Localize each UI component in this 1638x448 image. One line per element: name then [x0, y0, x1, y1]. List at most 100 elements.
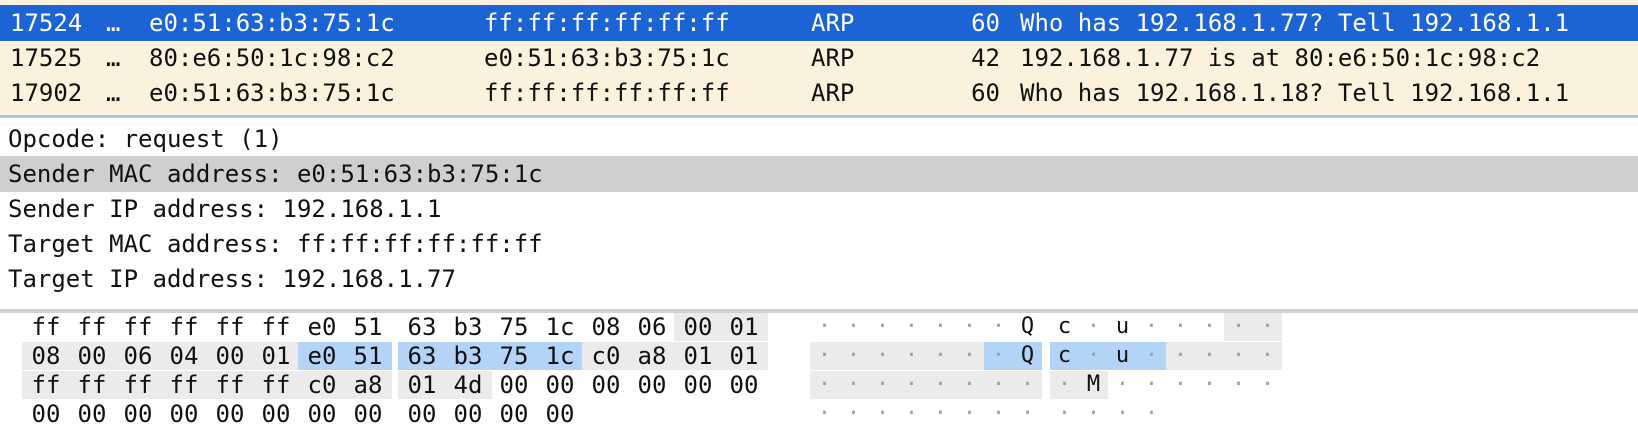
hex-byte[interactable]: 00: [674, 313, 722, 341]
ascii-char[interactable]: ·: [897, 342, 926, 370]
hex-byte[interactable]: ff: [206, 313, 254, 341]
hex-byte[interactable]: 00: [22, 400, 70, 428]
hex-byte[interactable]: ff: [160, 313, 208, 341]
ascii-char[interactable]: ·: [810, 342, 839, 370]
ascii-char[interactable]: ·: [1137, 342, 1166, 370]
hex-byte[interactable]: ff: [160, 371, 208, 399]
ascii-char[interactable]: ·: [1166, 342, 1195, 370]
ascii-char[interactable]: Q: [1013, 342, 1042, 370]
hex-byte[interactable]: 06: [628, 313, 676, 341]
ascii-char[interactable]: ·: [1108, 371, 1137, 399]
hex-byte[interactable]: 00: [206, 342, 254, 370]
hex-byte[interactable]: 00: [628, 371, 676, 399]
ascii-char[interactable]: ·: [897, 371, 926, 399]
hex-byte[interactable]: 04: [160, 342, 208, 370]
ascii-char[interactable]: ·: [955, 400, 984, 428]
ascii-char[interactable]: ·: [1079, 342, 1108, 370]
ascii-char[interactable]: ·: [926, 342, 955, 370]
ascii-char[interactable]: ·: [1224, 313, 1253, 341]
hex-byte[interactable]: c0: [582, 342, 630, 370]
hex-byte[interactable]: 00: [720, 371, 768, 399]
hex-byte[interactable]: 1c: [536, 342, 584, 370]
ascii-char[interactable]: ·: [839, 313, 868, 341]
hex-byte[interactable]: 51: [344, 313, 392, 341]
hex-byte[interactable]: b3: [444, 342, 492, 370]
ascii-char[interactable]: ·: [984, 371, 1013, 399]
ascii-char[interactable]: u: [1108, 313, 1137, 341]
ascii-char[interactable]: ·: [839, 371, 868, 399]
hex-byte[interactable]: 01: [674, 342, 722, 370]
ascii-char[interactable]: ·: [1253, 313, 1282, 341]
detail-target-ip[interactable]: Target IP address: 192.168.1.77: [0, 261, 1638, 297]
hex-byte[interactable]: 01: [252, 342, 300, 370]
ascii-char[interactable]: Q: [1013, 313, 1042, 341]
packet-row-selected[interactable]: 17524 … e0:51:63:b3:75:1c ff:ff:ff:ff:ff…: [0, 5, 1638, 41]
ascii-char[interactable]: M: [1079, 371, 1108, 399]
hex-byte[interactable]: 00: [444, 400, 492, 428]
ascii-char[interactable]: c: [1050, 342, 1079, 370]
hex-byte[interactable]: a8: [628, 342, 676, 370]
ascii-char[interactable]: ·: [868, 400, 897, 428]
ascii-char[interactable]: ·: [926, 400, 955, 428]
ascii-char[interactable]: ·: [1195, 342, 1224, 370]
ascii-char[interactable]: ·: [984, 342, 1013, 370]
hex-byte[interactable]: 00: [536, 371, 584, 399]
ascii-char[interactable]: ·: [1195, 313, 1224, 341]
ascii-char[interactable]: ·: [984, 400, 1013, 428]
hex-byte[interactable]: 63: [398, 342, 446, 370]
hex-byte[interactable]: 51: [344, 342, 392, 370]
hex-byte[interactable]: 00: [536, 400, 584, 428]
hex-byte[interactable]: ff: [114, 371, 162, 399]
ascii-char[interactable]: ·: [810, 400, 839, 428]
hex-byte[interactable]: 75: [490, 342, 538, 370]
hex-byte[interactable]: a8: [344, 371, 392, 399]
detail-sender-ip[interactable]: Sender IP address: 192.168.1.1: [0, 191, 1638, 227]
ascii-char[interactable]: ·: [926, 371, 955, 399]
ascii-char[interactable]: ·: [1137, 400, 1166, 428]
packet-row[interactable]: 17902 … e0:51:63:b3:75:1c ff:ff:ff:ff:ff…: [0, 75, 1638, 111]
hex-byte[interactable]: 00: [298, 400, 346, 428]
hex-byte[interactable]: 00: [206, 400, 254, 428]
ascii-char[interactable]: ·: [1079, 313, 1108, 341]
ascii-char[interactable]: ·: [868, 342, 897, 370]
hex-byte[interactable]: 06: [114, 342, 162, 370]
hex-byte[interactable]: ff: [252, 313, 300, 341]
ascii-char[interactable]: ·: [810, 313, 839, 341]
ascii-char[interactable]: ·: [839, 400, 868, 428]
ascii-char[interactable]: ·: [955, 371, 984, 399]
hex-byte[interactable]: ff: [22, 313, 70, 341]
ascii-char[interactable]: ·: [1224, 342, 1253, 370]
hex-byte[interactable]: 00: [344, 400, 392, 428]
ascii-char[interactable]: ·: [1050, 400, 1079, 428]
detail-target-mac[interactable]: Target MAC address: ff:ff:ff:ff:ff:ff: [0, 226, 1638, 262]
hex-byte[interactable]: b3: [444, 313, 492, 341]
ascii-char[interactable]: ·: [868, 313, 897, 341]
ascii-char[interactable]: u: [1108, 342, 1137, 370]
hex-byte[interactable]: 08: [22, 342, 70, 370]
hex-byte[interactable]: 4d: [444, 371, 492, 399]
ascii-char[interactable]: ·: [897, 313, 926, 341]
ascii-char[interactable]: ·: [1166, 371, 1195, 399]
ascii-char[interactable]: ·: [810, 371, 839, 399]
ascii-char[interactable]: ·: [1253, 371, 1282, 399]
ascii-char[interactable]: ·: [868, 371, 897, 399]
hex-byte[interactable]: 00: [674, 371, 722, 399]
ascii-char[interactable]: ·: [955, 342, 984, 370]
ascii-char[interactable]: ·: [839, 342, 868, 370]
ascii-char[interactable]: ·: [1253, 342, 1282, 370]
hex-byte[interactable]: ff: [22, 371, 70, 399]
hex-byte[interactable]: e0: [298, 313, 346, 341]
ascii-char[interactable]: ·: [926, 313, 955, 341]
hex-byte[interactable]: ff: [206, 371, 254, 399]
hex-byte[interactable]: 00: [490, 400, 538, 428]
hex-byte[interactable]: 00: [160, 400, 208, 428]
hex-byte[interactable]: 00: [398, 400, 446, 428]
ascii-char[interactable]: c: [1050, 313, 1079, 341]
hex-byte[interactable]: ff: [114, 313, 162, 341]
hex-byte[interactable]: 00: [68, 342, 116, 370]
hex-byte[interactable]: 00: [68, 400, 116, 428]
hex-byte[interactable]: 75: [490, 313, 538, 341]
ascii-char[interactable]: ·: [1013, 400, 1042, 428]
ascii-char[interactable]: ·: [897, 400, 926, 428]
ascii-char[interactable]: ·: [984, 313, 1013, 341]
